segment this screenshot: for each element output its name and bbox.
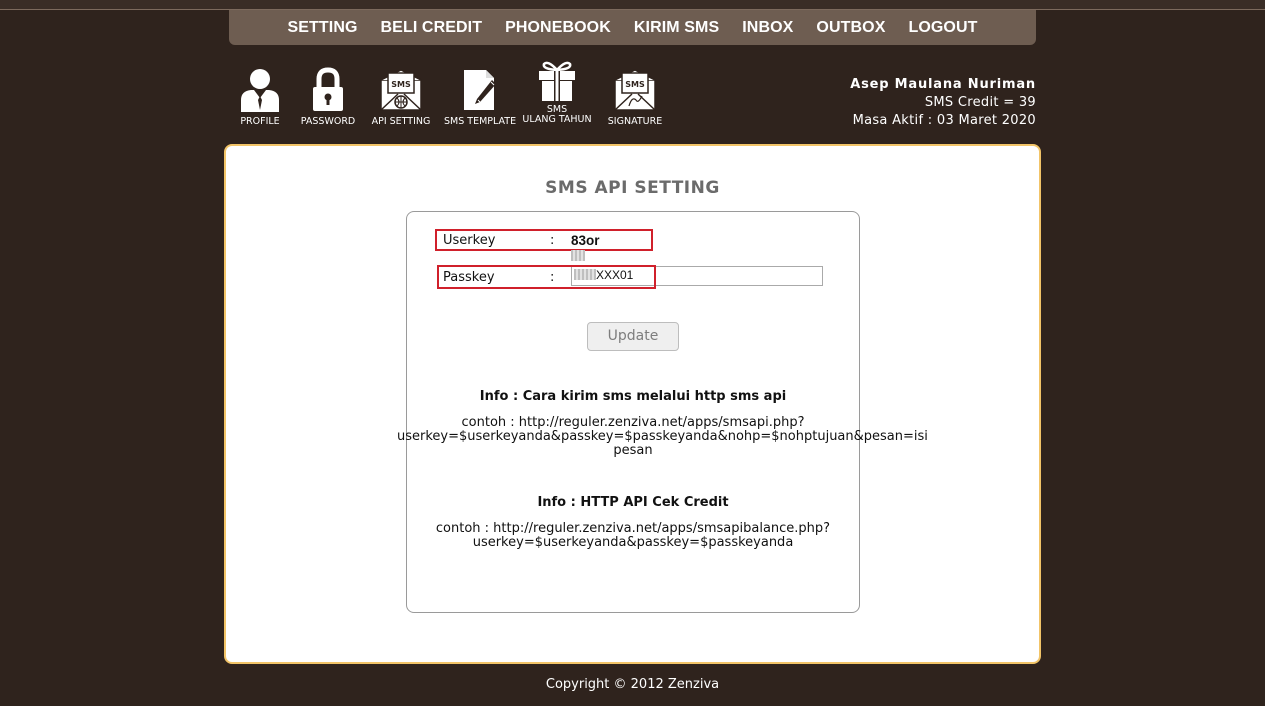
masa-aktif: Masa Aktif : 03 Maret 2020 [852,113,1036,128]
info-cek-credit-text: contoh : http://reguler.zenziva.net/apps… [397,522,869,550]
passkey-label: Passkey [443,270,495,285]
nav-logout[interactable]: LOGOUT [908,19,977,37]
userkey-label: Userkey [443,233,496,248]
tool-sms-ulang-tahun-label-2: ULANG TAHUN [522,114,592,125]
info-cek-credit-title: Info : HTTP API Cek Credit [537,495,729,510]
api-envelope-sms-text: SMS [391,80,411,89]
nav-kirim-sms[interactable]: KIRIM SMS [634,19,719,37]
tool-signature-label: SIGNATURE [607,116,663,127]
nav-phonebook[interactable]: PHONEBOOK [505,19,611,37]
page-title: SMS API SETTING [545,178,720,198]
tool-profile-label: PROFILE [240,116,280,127]
userkey-value-text: 83or [571,233,600,248]
info-sms-api-line-3: pesan [613,443,653,458]
top-strip [0,0,1265,10]
gift-icon [539,61,575,101]
tool-api-setting-label: API SETTING [371,116,431,127]
signature-envelope-icon: SMS [614,69,656,111]
nav-inbox[interactable]: INBOX [742,19,793,37]
tool-signature[interactable]: SMS SIGNATURE [602,66,668,127]
tool-password-label: PASSWORD [300,116,356,127]
user-info: Asep Maulana Nuriman SMS Credit = 39 Mas… [850,76,1036,130]
userkey-redaction [571,250,585,261]
sms-credit: SMS Credit = 39 [924,95,1036,110]
info-sms-api-line-2: userkey=$userkeyanda&passkey=$passkeyand… [397,429,928,444]
template-edit-icon [464,70,496,110]
info-sms-api-line-1: contoh : http://reguler.zenziva.net/apps… [461,415,805,430]
tool-api-setting[interactable]: SMS API SETTING [368,66,434,127]
padlock-icon [313,67,343,111]
passkey-colon: : [550,270,555,285]
tool-sms-ulang-tahun[interactable]: SMS ULANG TAHUN [522,60,592,125]
userkey-colon: : [550,233,555,248]
info-cek-credit-line-1: contoh : http://reguler.zenziva.net/apps… [435,521,831,536]
info-cek-credit-line-2: userkey=$userkeyanda&passkey=$passkeyand… [472,535,794,550]
update-button[interactable]: Update [587,322,679,351]
api-envelope-icon: SMS [380,69,422,111]
info-sms-api-text: contoh : http://reguler.zenziva.net/apps… [397,415,928,458]
content-panel: SMS API SETTING Userkey : 83or XXX01 Pas… [224,144,1041,664]
userkey-value: 83or [571,233,600,263]
user-name: Asep Maulana Nuriman [850,77,1036,92]
nav-beli-credit[interactable]: BELI CREDIT [381,19,483,37]
tool-sms-template[interactable]: SMS TEMPLATE [444,66,517,127]
footer-copyright: Copyright © 2012 Zenziva [545,677,720,692]
signature-envelope-sms-text: SMS [625,80,645,89]
profile-icon [241,69,279,112]
api-setting-form: Userkey : 83or XXX01 Passkey : Update In… [397,211,928,613]
nav-outbox[interactable]: OUTBOX [816,19,885,37]
tool-password[interactable]: PASSWORD [298,66,358,127]
tool-sms-template-label: SMS TEMPLATE [444,116,517,127]
info-sms-api-title: Info : Cara kirim sms melalui http sms a… [479,389,787,404]
nav-setting[interactable]: SETTING [287,19,357,37]
tool-profile[interactable]: PROFILE [234,66,286,127]
main-navbar: SETTING BELI CREDIT PHONEBOOK KIRIM SMS … [229,10,1036,45]
